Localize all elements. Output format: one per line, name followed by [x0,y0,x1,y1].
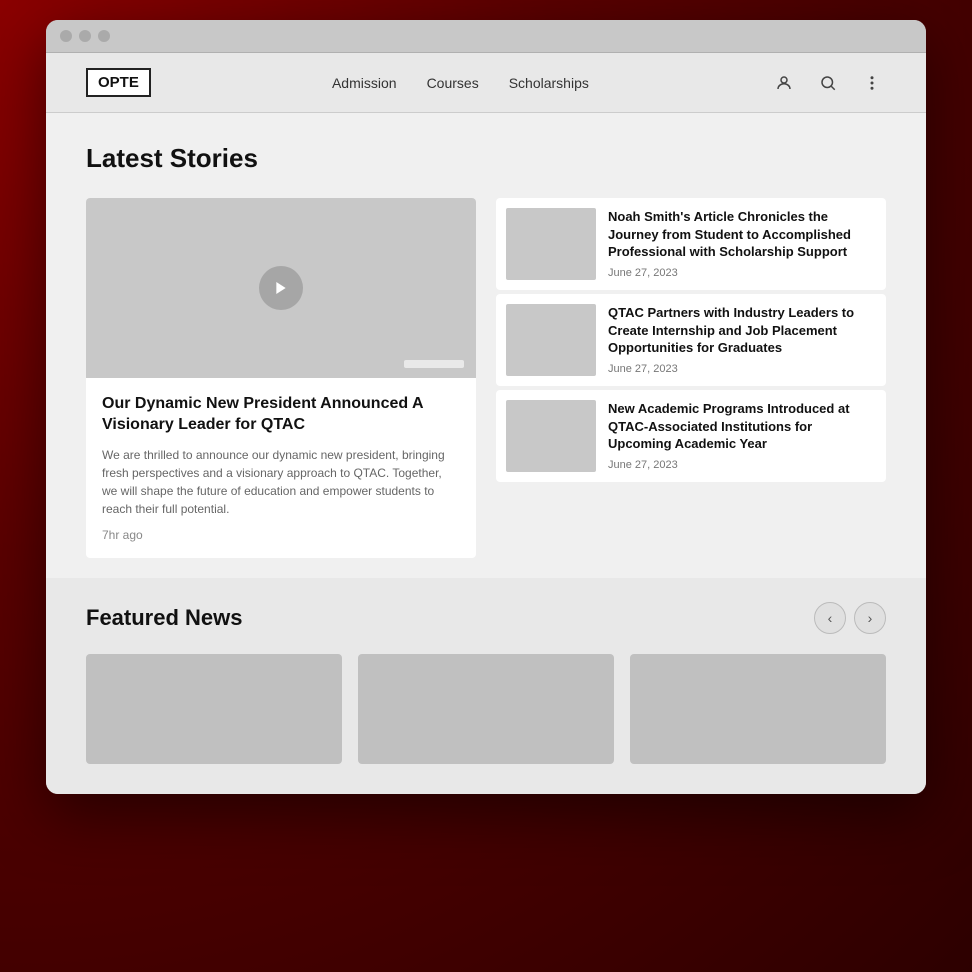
featured-article-card[interactable]: Our Dynamic New President Announced A Vi… [86,198,476,558]
article-thumbnail-1 [506,208,596,280]
browser-titlebar [46,20,926,53]
main-content: Latest Stories Our Dynamic New President… [46,113,926,578]
article-title-1: Noah Smith's Article Chronicles the Jour… [608,208,876,261]
play-button[interactable] [259,266,303,310]
featured-news-header: Featured News ‹ › [86,602,886,634]
news-card-1[interactable] [86,654,342,764]
traffic-light-minimize[interactable] [79,30,91,42]
article-info-3: New Academic Programs Introduced at QTAC… [608,400,876,471]
featured-news-title: Featured News [86,605,243,631]
carousel-prev-button[interactable]: ‹ [814,602,846,634]
traffic-light-maximize[interactable] [98,30,110,42]
traffic-light-close[interactable] [60,30,72,42]
stories-grid: Our Dynamic New President Announced A Vi… [86,198,886,558]
featured-news-section: Featured News ‹ › [46,578,926,794]
nav-courses[interactable]: Courses [427,75,479,91]
logo[interactable]: OPTE [86,68,151,97]
article-thumbnail-2 [506,304,596,376]
featured-article-title: Our Dynamic New President Announced A Vi… [102,394,460,436]
featured-card-body: Our Dynamic New President Announced A Vi… [86,378,476,558]
more-icon[interactable] [858,69,886,97]
featured-article-desc: We are thrilled to announce our dynamic … [102,446,460,518]
article-info-2: QTAC Partners with Industry Leaders to C… [608,304,876,375]
article-thumbnail-3 [506,400,596,472]
news-card-3[interactable] [630,654,886,764]
article-title-3: New Academic Programs Introduced at QTAC… [608,400,876,453]
carousel-next-button[interactable]: › [854,602,886,634]
nav-icons [770,69,886,97]
article-row[interactable]: Noah Smith's Article Chronicles the Jour… [496,198,886,290]
news-cards-row [86,654,886,764]
progress-bar [404,360,464,368]
article-date-2: June 27, 2023 [608,363,876,375]
search-icon[interactable] [814,69,842,97]
article-row[interactable]: New Academic Programs Introduced at QTAC… [496,390,886,482]
nav-scholarships[interactable]: Scholarships [509,75,589,91]
article-info-1: Noah Smith's Article Chronicles the Jour… [608,208,876,279]
featured-article-time: 7hr ago [102,528,460,542]
video-thumbnail[interactable] [86,198,476,378]
side-articles: Noah Smith's Article Chronicles the Jour… [496,198,886,558]
article-title-2: QTAC Partners with Industry Leaders to C… [608,304,876,357]
article-row[interactable]: QTAC Partners with Industry Leaders to C… [496,294,886,386]
user-icon[interactable] [770,69,798,97]
nav-links: Admission Courses Scholarships [332,75,589,91]
navbar: OPTE Admission Courses Scholarships [46,53,926,113]
carousel-controls: ‹ › [814,602,886,634]
news-card-2[interactable] [358,654,614,764]
article-date-1: June 27, 2023 [608,267,876,279]
browser-window: OPTE Admission Courses Scholarships [46,20,926,794]
latest-stories-title: Latest Stories [86,143,886,174]
article-date-3: June 27, 2023 [608,459,876,471]
nav-admission[interactable]: Admission [332,75,397,91]
